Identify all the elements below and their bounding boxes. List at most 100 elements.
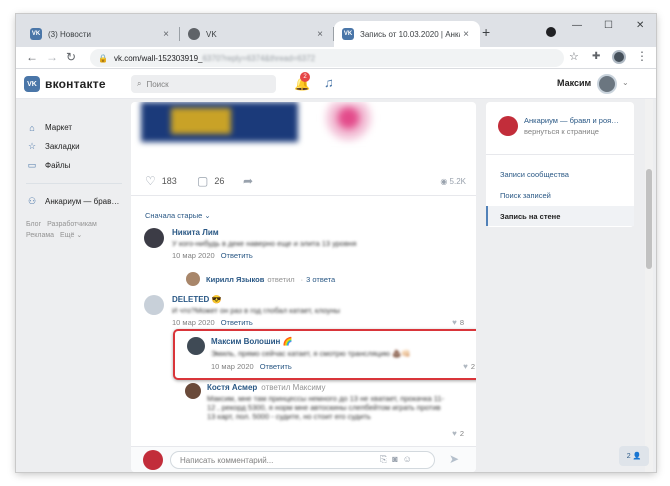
sidebar-item-community[interactable]: ⚇ Анкариум — брав… — [26, 192, 126, 211]
comment-like[interactable]: ♥ 2 — [463, 362, 475, 371]
avatar[interactable] — [143, 450, 163, 470]
forward-icon[interactable]: → — [46, 50, 58, 64]
tab-strip: VK (3) Новости × VK × VK Запись от 10.03… — [16, 14, 656, 47]
close-window-icon[interactable]: ✕ — [636, 20, 644, 31]
search-icon: ⌕ — [137, 79, 142, 88]
brand-name[interactable]: вконтакте — [45, 77, 106, 91]
close-tab-icon[interactable]: × — [160, 29, 172, 40]
footer-link-more[interactable]: Ещё ⌄ — [60, 232, 82, 239]
profile-avatar[interactable] — [612, 50, 626, 64]
tab-vk[interactable]: VK × — [180, 21, 334, 47]
thread-summary[interactable]: Кирилл Языков ответил · 3 ответа — [186, 271, 476, 287]
send-icon[interactable]: ➤ — [449, 452, 459, 466]
divider — [26, 183, 122, 184]
views-count: ◉ 5.2K — [440, 177, 466, 186]
minimize-icon[interactable]: — — [572, 20, 582, 31]
comment-author[interactable]: Костя Асмер ответил Максиму — [207, 383, 325, 392]
reply-link[interactable]: Ответить — [221, 318, 253, 327]
like-button[interactable]: ♡ 183 — [145, 174, 177, 188]
post-image[interactable] — [141, 102, 298, 142]
sort-dropdown[interactable]: Сначала старые ⌄ — [145, 211, 211, 220]
comment-author[interactable]: Максим Волошин 🌈 — [211, 337, 293, 346]
avatar[interactable] — [144, 295, 164, 315]
menu-dots-icon[interactable]: ⋮ — [636, 49, 648, 63]
left-sidebar: ⌂ Маркет ☆ Закладки ▭ Файлы ⚇ Анкариум —… — [26, 118, 126, 241]
camera-icon[interactable]: ◙ — [392, 454, 402, 464]
avatar[interactable] — [187, 337, 205, 355]
reply-link[interactable]: Ответить — [221, 251, 253, 260]
browser-window: VK (3) Новости × VK × VK Запись от 10.03… — [16, 14, 656, 472]
vk-logo-icon: VK — [342, 28, 354, 40]
search-input[interactable]: ⌕ Поиск — [131, 75, 276, 93]
close-tab-icon[interactable]: × — [314, 29, 326, 40]
link-wall-post[interactable]: Запись на стене — [486, 206, 634, 226]
comment-author[interactable]: DELETED 😎 — [172, 295, 222, 304]
footer-link-blog[interactable]: Блог — [26, 221, 41, 228]
close-tab-icon[interactable]: × — [460, 29, 472, 40]
highlighted-comment: Максим Волошин 🌈 Эмиль, прямо сейчас кат… — [173, 329, 476, 380]
tab-search-icon[interactable] — [546, 27, 556, 37]
scrollbar[interactable] — [645, 99, 653, 472]
comment-text: У кого-нибудь в деке наверно еще и элита… — [172, 239, 357, 248]
heart-icon: ♡ — [145, 174, 156, 188]
comment-composer: Написать комментарий... ⎘◙☺ ➤ — [131, 446, 476, 472]
tab-news[interactable]: VK (3) Новости × — [22, 21, 180, 47]
comment-text: И что?Может он раз в год глобал катает, … — [172, 306, 341, 315]
heart-icon: ♥ — [452, 429, 457, 438]
post-actions: ♡ 183 ▢ 26 ➦ ◉ 5.2K — [131, 166, 476, 196]
music-icon[interactable]: ♫ — [324, 75, 334, 90]
attach-icons: ⎘◙☺ — [380, 454, 417, 465]
footer-link-ads[interactable]: Реклама — [26, 232, 54, 239]
sidebar-item-bookmarks[interactable]: ☆ Закладки — [26, 137, 126, 156]
extensions-icon[interactable]: ✚ — [592, 51, 600, 62]
chevron-down-icon[interactable]: ⌄ — [622, 78, 629, 87]
eye-icon: ◉ — [440, 177, 448, 186]
browser-toolbar: ← → ↻ 🔒 vk.com/wall-152303919_ 6370?reply… — [16, 47, 656, 69]
comment-button[interactable]: ▢ 26 — [197, 174, 224, 188]
notification-badge: 2 — [300, 72, 310, 82]
avatar[interactable] — [185, 383, 201, 399]
emoji-icon[interactable]: ☺ — [403, 454, 417, 464]
back-to-page: вернуться к странице — [524, 127, 599, 136]
comment-like[interactable]: ♥ 2 — [452, 429, 464, 438]
comment-like[interactable]: ♥ 8 — [452, 318, 464, 327]
online-friends-button[interactable]: 2 👤 — [619, 446, 649, 466]
address-bar[interactable]: 🔒 vk.com/wall-152303919_ 6370?reply=6374&… — [90, 49, 564, 67]
post-images — [131, 102, 476, 146]
maximize-icon[interactable]: ☐ — [604, 20, 613, 31]
comment-text: Эмиль, прямо сейчас катает, я смотрю тра… — [211, 349, 411, 358]
avatar[interactable] — [144, 228, 164, 248]
footer-link-developers[interactable]: Разработчикам — [47, 221, 97, 228]
vk-logo-icon[interactable]: VK — [24, 76, 40, 92]
back-icon[interactable]: ← — [26, 50, 38, 64]
heart-icon: ♥ — [452, 318, 457, 327]
divider — [486, 154, 634, 155]
sidebar-item-files[interactable]: ▭ Файлы — [26, 156, 126, 175]
link-search-posts[interactable]: Поиск записей — [486, 185, 634, 205]
right-panel: Анкариум — бравл и роя… вернуться к стра… — [486, 102, 634, 227]
file-icon: ▭ — [27, 160, 37, 170]
new-tab-button[interactable]: + — [482, 24, 490, 40]
share-icon: ➦ — [243, 174, 254, 188]
tab-post[interactable]: VK Запись от 10.03.2020 | Анкариум × — [334, 21, 480, 47]
post-image[interactable] — [321, 102, 376, 142]
paperclip-icon[interactable]: ⎘ — [380, 454, 392, 464]
bookmark-star-icon[interactable]: ☆ — [569, 50, 579, 63]
avatar — [498, 116, 518, 136]
heart-icon: ♥ — [463, 362, 468, 371]
sidebar-item-market[interactable]: ⌂ Маркет — [26, 118, 126, 137]
comment-author[interactable]: Никита Лим — [172, 228, 219, 237]
scrollbar-thumb[interactable] — [646, 169, 652, 269]
avatar[interactable] — [597, 74, 617, 94]
comment-meta: 10 мар 2020 Ответить — [172, 318, 253, 327]
comment-meta: 10 мар 2020 Ответить — [211, 362, 292, 371]
shopping-bag-icon: ⌂ — [29, 122, 35, 133]
sidebar-footer: Блог Разработчикам Реклама Ещё ⌄ — [26, 219, 126, 241]
reply-link[interactable]: Ответить — [260, 362, 292, 371]
comment-text: Максим, мне там принцессы немного до 13 … — [207, 394, 445, 421]
link-community-posts[interactable]: Записи сообщества — [486, 164, 634, 184]
users-icon: ⚇ — [27, 196, 37, 206]
reload-icon[interactable]: ↻ — [66, 50, 76, 64]
share-button[interactable]: ➦ — [243, 174, 259, 188]
username[interactable]: Максим — [557, 78, 591, 88]
